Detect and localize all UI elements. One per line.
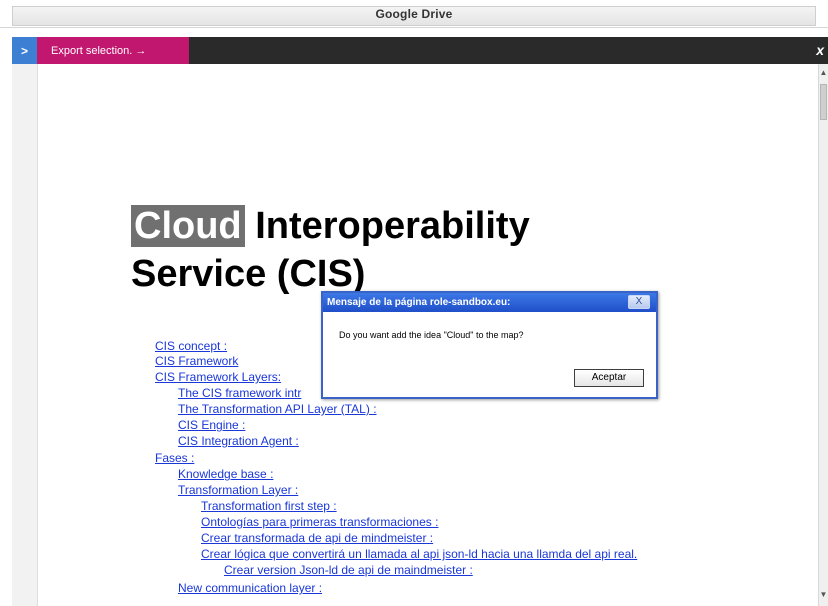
toc-link[interactable]: CIS Engine :	[178, 418, 245, 432]
toc-link[interactable]: CIS Framework Layers:	[155, 370, 281, 384]
vertical-scrollbar[interactable]: ▲ ▼	[818, 64, 828, 606]
extension-toolbar: > Export selection. → x	[12, 37, 828, 64]
close-icon[interactable]: x	[816, 42, 824, 58]
toc-link[interactable]: Transformation Layer :	[178, 483, 298, 497]
toc-link[interactable]: New communication layer :	[178, 581, 322, 595]
scroll-up-arrow-icon[interactable]: ▲	[819, 66, 828, 80]
window-title-bar: Google Drive	[0, 0, 828, 28]
title-line-1-rest: Interoperability	[244, 205, 530, 247]
toc-link[interactable]: The CIS framework intr	[178, 386, 301, 400]
title-line-2: Service (CIS)	[131, 253, 366, 295]
accept-button[interactable]: Aceptar	[574, 369, 644, 387]
toc-link[interactable]: Ontologías para primeras transformacione…	[201, 515, 438, 529]
toc-link[interactable]: The Transformation API Layer (TAL) :	[178, 402, 377, 416]
highlighted-word[interactable]: Cloud	[131, 205, 245, 247]
scroll-thumb[interactable]	[820, 84, 827, 120]
toc-link[interactable]: Knowledge base :	[178, 467, 273, 481]
dialog-title: Mensaje de la página role-sandbox.eu:	[323, 293, 656, 312]
toc-link[interactable]: CIS Framework	[155, 354, 238, 368]
toc-link[interactable]: Transformation first step :	[201, 499, 337, 513]
toc-link[interactable]: CIS concept :	[155, 339, 227, 353]
toc-link[interactable]: Fases :	[155, 451, 194, 465]
window-title: Google Drive	[375, 7, 453, 21]
dialog-close-button[interactable]: X	[628, 295, 650, 309]
left-frame-gutter	[12, 64, 38, 606]
alert-dialog: Mensaje de la página role-sandbox.eu: X …	[321, 291, 658, 399]
expand-toggle-button[interactable]: >	[12, 37, 37, 64]
toc-link[interactable]: Crear version Json-ld de api de maindmei…	[224, 563, 473, 577]
scroll-down-arrow-icon[interactable]: ▼	[819, 588, 828, 602]
export-selection-button[interactable]: Export selection. →	[37, 37, 189, 64]
toc-link[interactable]: Crear transformada de api de mindmeister…	[201, 531, 433, 545]
page-title: Cloud Interoperability Service (CIS)	[131, 202, 691, 298]
toc-link[interactable]: CIS Integration Agent :	[178, 434, 299, 448]
dialog-message: Do you want add the idea "Cloud" to the …	[339, 330, 524, 340]
toc-link[interactable]: Crear lógica que convertirá un llamada a…	[201, 547, 637, 561]
